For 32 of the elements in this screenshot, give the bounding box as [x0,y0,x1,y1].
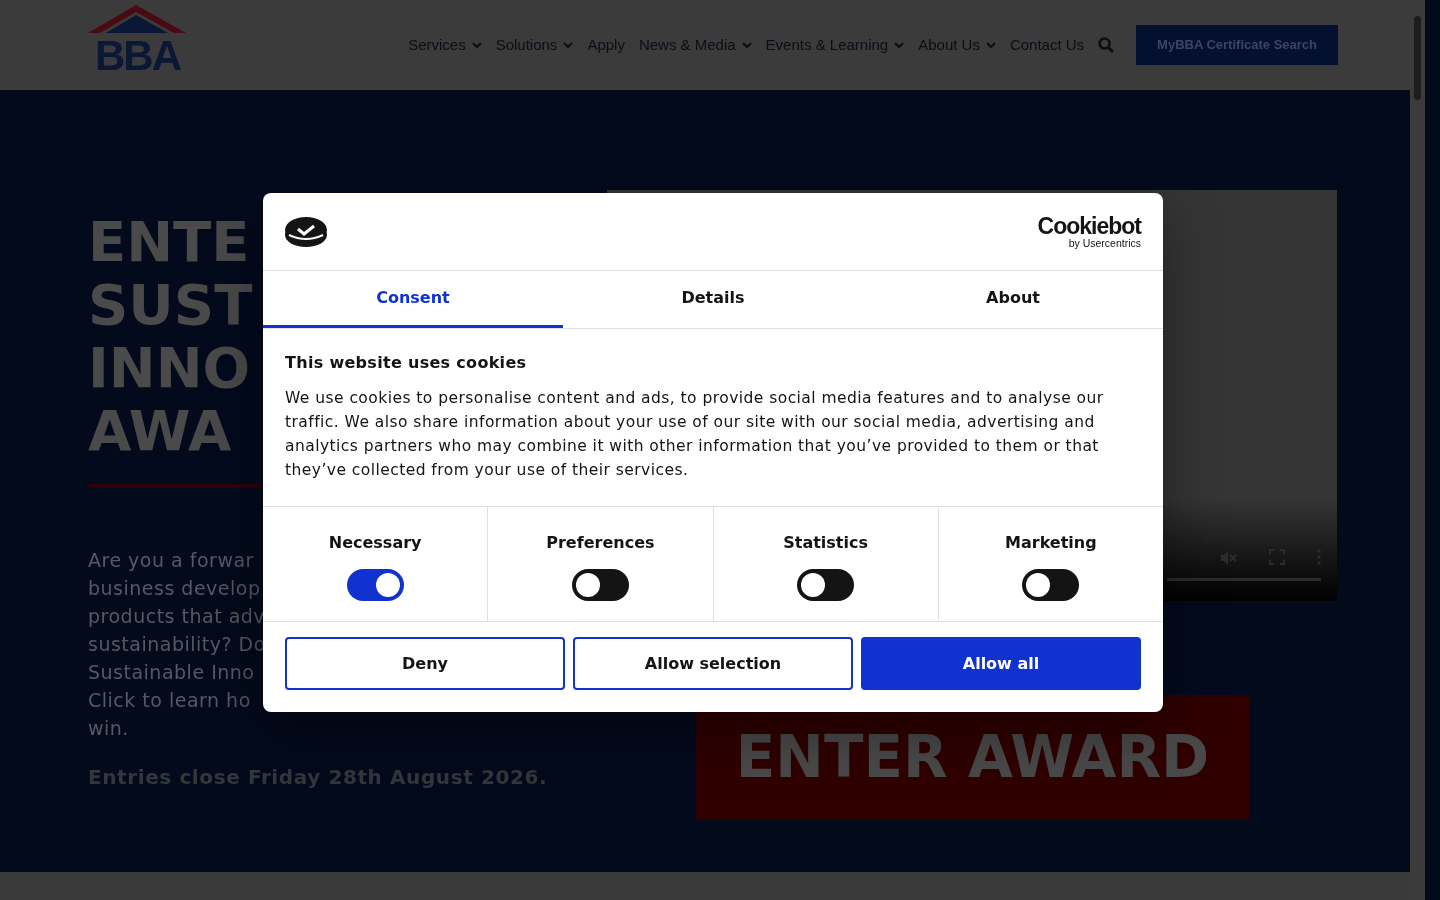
category-label: Marketing [1005,532,1097,554]
consent-button[interactable]: Deny [285,637,565,690]
brand-logo: Cookiebot by Usercentrics [1037,214,1141,249]
category-label: Preferences [546,532,655,554]
toggle-switch[interactable] [1022,569,1080,601]
search-icon[interactable] [1098,37,1115,53]
mute-icon[interactable] [1219,549,1237,567]
certificate-search-button[interactable]: MyBBA Certificate Search [1136,25,1338,65]
intro-text: business develop [88,576,261,601]
dialog-tab[interactable]: About [863,271,1163,328]
intro-text: products that adv [88,604,266,629]
dialog-text: We use cookies to personalise content and ads, to provide social media features and to analyse our traffic. We also share information about your use of our site with our social media, advertising and analytics partners who may combine it with other information that you’ve provided to them or that they’ve collected from your use of their services. [285,388,1105,481]
toggle-switch[interactable] [346,569,404,601]
heading-text: ENTE [88,210,250,273]
dialog-tab[interactable]: Consent [263,271,563,328]
dialog-title: This website uses cookies [285,352,528,374]
intro-text: win. [88,716,129,741]
intro-text: Are you a forwar [88,548,254,573]
category-label: Statistics [783,532,868,554]
consent-button[interactable]: Allow all [861,637,1141,690]
consent-icon [285,215,327,248]
heading-text: AWA [88,399,232,462]
category-label: Necessary [328,532,422,554]
intro-text: Click to learn ho [88,688,251,713]
dialog-tab[interactable]: Details [563,271,863,328]
toggle-switch[interactable] [571,569,629,601]
fullscreen-icon[interactable] [1269,549,1285,565]
heading-text: INNO [88,336,251,399]
consent-button[interactable]: Allow selection [573,637,853,690]
intro-text: Sustainable Inno [88,660,255,685]
heading-text: SUST [88,273,253,336]
toggle-switch[interactable] [797,569,855,601]
